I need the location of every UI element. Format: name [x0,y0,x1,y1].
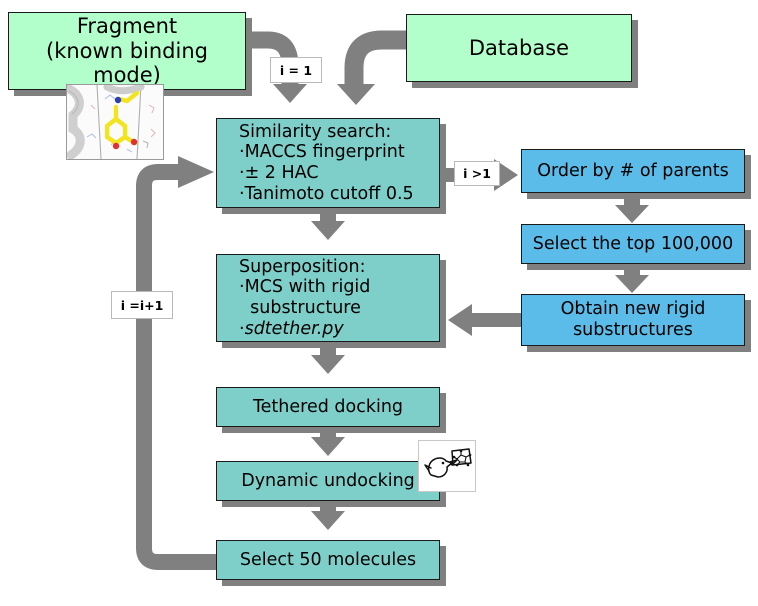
fragment-line-1: Fragment [76,13,178,38]
label-i-increment-text: i =i+1 [120,297,164,313]
similarity-header: Similarity search: [239,121,392,142]
order-by-parents-label: Order by # of parents [537,160,729,181]
tethered-docking-label: Tethered docking [252,396,404,417]
database-label: Database [468,35,570,60]
similarity-bullet-1: ·± 2 HAC [239,163,319,183]
superposition-header: Superposition: [239,256,366,277]
fragment-line-2: (known binding mode) [46,38,208,88]
superposition-bullet-2: ·sdtether.py [239,318,344,339]
superposition-bullet-0: ·MCS with rigid [239,277,371,298]
node-obtain-substructures[interactable]: Obtain new rigid substructures [521,294,745,346]
flowchart-canvas: Fragment (known binding mode) Database i… [0,0,758,606]
select-top-label: Select the top 100,000 [532,233,734,254]
node-select-top[interactable]: Select the top 100,000 [521,224,745,264]
superposition-bullet-1: substructure [239,298,361,318]
label-i-greater-than-1: i >1 [454,161,500,186]
node-superposition[interactable]: Superposition: ·MCS with rigid substruct… [216,254,440,342]
node-dynamic-undocking[interactable]: Dynamic undocking [216,461,440,501]
node-database[interactable]: Database [406,14,632,82]
similarity-bullet-0: ·MACCS fingerprint [239,142,405,163]
binding-site-svg [67,85,163,159]
select-50-label: Select 50 molecules [239,549,417,570]
arrow-obtain-to-superposition-svg [448,304,524,336]
label-i-increment: i =i+1 [111,291,173,319]
dynamic-undocking-label: Dynamic undocking [241,470,415,491]
label-i-equals-1-text: i = 1 [279,62,313,78]
node-similarity-search[interactable]: Similarity search: ·MACCS fingerprint ·±… [216,118,440,208]
similarity-bullet-2: ·Tanimoto cutoff 0.5 [239,183,414,204]
label-i-greater-than-1-text: i >1 [463,166,491,181]
label-i-equals-1: i = 1 [270,57,322,83]
arrow-database-to-similarity [337,84,375,105]
node-tethered-docking[interactable]: Tethered docking [216,387,440,427]
arrow-fragment-to-similarity [273,84,307,103]
node-fragment[interactable]: Fragment (known binding mode) [8,12,246,90]
node-order-by-parents[interactable]: Order by # of parents [521,149,745,193]
fragment-binding-mode-thumbnail [66,84,164,160]
duck-icon [419,441,475,491]
duck-logo [418,440,476,492]
arrow-order-to-select-top [615,205,649,223]
obtain-line-1: Obtain new rigid [560,299,706,320]
arrow-select-top-to-obtain [615,275,649,293]
obtain-line-2: substructures [573,320,693,340]
node-select-50-molecules[interactable]: Select 50 molecules [216,540,440,580]
